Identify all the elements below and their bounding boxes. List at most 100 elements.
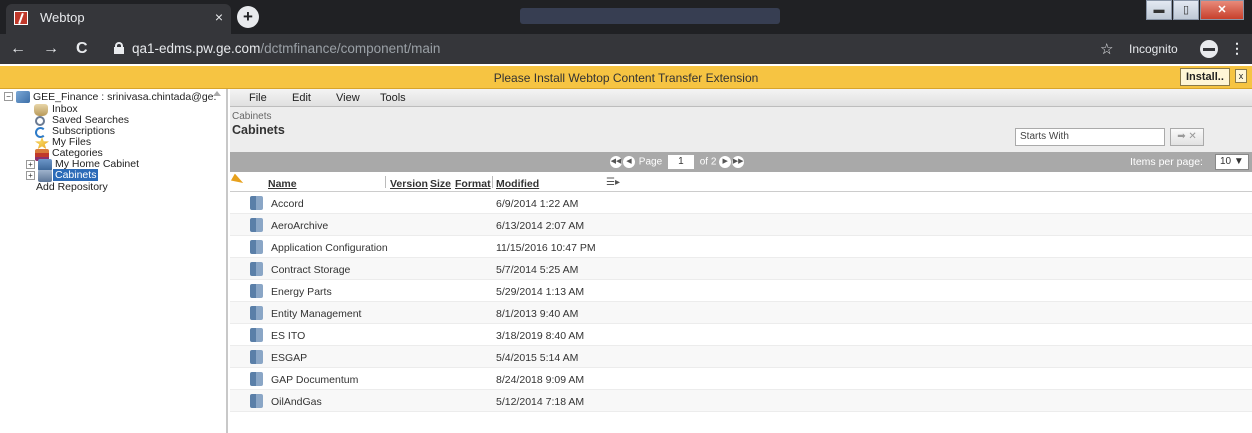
cabinet-icon <box>250 306 263 320</box>
menu-view[interactable]: View <box>336 92 360 104</box>
column-separator <box>385 176 386 188</box>
banner-message: Please Install Webtop Content Transfer E… <box>493 71 759 85</box>
root-collapse-icon[interactable]: − <box>4 92 13 101</box>
items-per-page-label: Items per page: <box>1130 156 1203 168</box>
pager: ◀◀ ◀ Page 1 of 2 ▶ ▶▶ <box>610 155 745 169</box>
menu-tools[interactable]: Tools <box>380 92 406 104</box>
modified-date: 5/29/2014 1:13 AM <box>496 286 585 298</box>
column-modified[interactable]: Modified <box>496 178 539 190</box>
main-content: File Edit View Tools Cabinets Cabinets S… <box>230 89 1252 433</box>
table-row[interactable]: ESGAP 5/4/2015 5:14 AM <box>230 346 1252 368</box>
search-input[interactable]: Starts With <box>1015 128 1165 146</box>
modified-date: 6/9/2014 1:22 AM <box>496 198 579 210</box>
page-count-label: of 2 <box>699 156 717 168</box>
first-page-icon[interactable]: ◀◀ <box>610 156 622 168</box>
cabinet-name[interactable]: GAP Documentum <box>271 374 358 386</box>
breadcrumb[interactable]: Cabinets <box>232 111 271 122</box>
extension-banner: Please Install Webtop Content Transfer E… <box>0 66 1252 89</box>
modified-date: 8/1/2013 9:40 AM <box>496 308 579 320</box>
new-tab-button[interactable]: + <box>237 6 259 28</box>
window-close-button[interactable]: ✕ <box>1200 0 1244 20</box>
lock-icon[interactable] <box>114 42 124 54</box>
table-row[interactable]: Accord 6/9/2014 1:22 AM <box>230 192 1252 214</box>
reload-icon[interactable]: C <box>76 40 88 58</box>
modified-date: 5/4/2015 5:14 AM <box>496 352 579 364</box>
column-format[interactable]: Format <box>455 178 491 190</box>
browser-menu-icon[interactable]: ⋮ <box>1230 40 1244 57</box>
cabinet-name[interactable]: Entity Management <box>271 308 361 320</box>
column-version[interactable]: Version <box>390 178 428 190</box>
search-go-button[interactable]: ➡ ✕ <box>1170 128 1204 146</box>
column-separator <box>492 176 493 188</box>
last-page-icon[interactable]: ▶▶ <box>732 156 745 168</box>
items-per-page-select[interactable]: 10 ▼ <box>1215 154 1249 170</box>
table-header: Name Version Size Format Modified ☰▸ <box>230 172 1252 192</box>
cabinets-expand-icon[interactable]: + <box>26 171 35 180</box>
cabinet-name[interactable]: ESGAP <box>271 352 307 364</box>
banner-close-button[interactable]: x <box>1235 69 1247 83</box>
table-row[interactable]: Contract Storage 5/7/2014 5:25 AM <box>230 258 1252 280</box>
tab-close-icon[interactable]: × <box>215 9 223 25</box>
cabinet-name[interactable]: Energy Parts <box>271 286 332 298</box>
pager-bar: ◀◀ ◀ Page 1 of 2 ▶ ▶▶ Items per page: 10 ▼ <box>230 152 1252 172</box>
incognito-icon[interactable] <box>1200 40 1218 58</box>
items-per-page-value: 10 <box>1220 156 1232 167</box>
table-row[interactable]: ES ITO 3/18/2019 8:40 AM <box>230 324 1252 346</box>
table-row[interactable]: Application Configuration 11/15/2016 10:4… <box>230 236 1252 258</box>
column-chooser-icon[interactable]: ☰▸ <box>606 177 620 188</box>
url-field[interactable]: qa1-edms.pw.ge.com/dctmfinance/component… <box>132 41 440 56</box>
back-arrow-icon[interactable]: ← <box>10 40 26 58</box>
incognito-label[interactable]: Incognito <box>1129 42 1178 56</box>
page-header: Cabinets Cabinets Starts With ➡ ✕ <box>230 107 1252 152</box>
tree-scroll-up-icon[interactable] <box>213 91 221 96</box>
menu-edit[interactable]: Edit <box>292 92 311 104</box>
cabinet-name[interactable]: AeroArchive <box>271 220 328 232</box>
subscriptions-icon <box>35 127 46 138</box>
cabinet-name[interactable]: Accord <box>271 198 304 210</box>
repository-icon <box>16 91 30 103</box>
saved-searches-icon <box>35 116 45 126</box>
cabinet-name[interactable]: ES ITO <box>271 330 305 342</box>
bookmark-star-icon[interactable]: ☆ <box>1100 40 1113 58</box>
cabinet-name[interactable]: OilAndGas <box>271 396 322 408</box>
tree-root-label[interactable]: GEE_Finance : srinivasa.chintada@ge. <box>33 91 216 103</box>
table-row[interactable]: OilAndGas 5/12/2014 7:18 AM <box>230 390 1252 412</box>
menu-file[interactable]: File <box>249 92 267 104</box>
modified-date: 3/18/2019 8:40 AM <box>496 330 585 342</box>
maximize-button[interactable]: ▯ <box>1173 0 1199 20</box>
sort-indicator-icon[interactable] <box>231 174 245 187</box>
add-repository-link[interactable]: Add Repository <box>36 181 108 193</box>
column-name[interactable]: Name <box>268 178 297 190</box>
navigation-tree: − GEE_Finance : srinivasa.chintada@ge. I… <box>0 89 228 433</box>
cabinet-name[interactable]: Contract Storage <box>271 264 350 276</box>
next-page-icon[interactable]: ▶ <box>719 156 732 168</box>
my-files-icon <box>35 137 49 149</box>
modified-date: 5/12/2014 7:18 AM <box>496 396 585 408</box>
table-row[interactable]: Energy Parts 5/29/2014 1:13 AM <box>230 280 1252 302</box>
minimize-button[interactable]: ▬ <box>1146 0 1172 20</box>
table-row[interactable]: AeroArchive 6/13/2014 2:07 AM <box>230 214 1252 236</box>
table-row[interactable]: GAP Documentum 8/24/2018 9:09 AM <box>230 368 1252 390</box>
page-title: Cabinets <box>232 123 285 137</box>
cabinet-icon <box>250 262 263 276</box>
page-label: Page <box>638 156 663 168</box>
home-cabinet-expand-icon[interactable]: + <box>26 160 35 169</box>
cabinet-icon <box>250 218 263 232</box>
tree-item-cabinets[interactable]: Cabinets <box>53 169 99 181</box>
column-size[interactable]: Size <box>430 178 451 190</box>
page-number-input[interactable]: 1 <box>667 155 694 169</box>
cabinet-name[interactable]: Application Configuration <box>271 242 388 254</box>
prev-page-icon[interactable]: ◀ <box>623 156 635 168</box>
browser-tab-webtop[interactable]: Webtop × <box>6 4 231 34</box>
window-controls: ▬ ▯ ✕ <box>1145 0 1244 22</box>
modified-date: 5/7/2014 5:25 AM <box>496 264 579 276</box>
url-path: /dctmfinance/component/main <box>260 41 441 56</box>
forward-arrow-icon[interactable]: → <box>43 40 59 58</box>
webtop-favicon-icon <box>14 11 28 25</box>
address-bar-row: ← → C qa1-edms.pw.ge.com/dctmfinance/com… <box>0 34 1252 64</box>
modified-date: 11/15/2016 10:47 PM <box>496 242 596 254</box>
install-button[interactable]: Install.. <box>1180 68 1230 86</box>
table-row[interactable]: Entity Management 8/1/2013 9:40 AM <box>230 302 1252 324</box>
cabinet-list: Accord 6/9/2014 1:22 AM AeroArchive 6/13/2… <box>230 192 1252 422</box>
cabinet-icon <box>250 284 263 298</box>
